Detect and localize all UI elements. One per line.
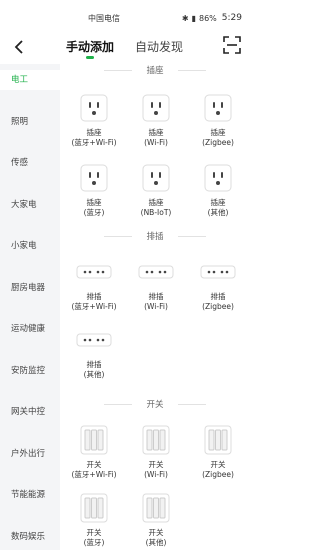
device-card[interactable]: 开关 (蓝牙+Wi-Fi) xyxy=(66,422,122,484)
device-card[interactable]: 排插 (Zigbee) xyxy=(190,254,246,316)
device-name: 插座 xyxy=(148,128,164,137)
switch-icon xyxy=(204,425,232,455)
device-grid: 插座 插座 (蓝牙+Wi-Fi) 插座 (Wi-Fi) 插座 (Zigbee) 插座(… xyxy=(60,64,250,550)
socket-icon xyxy=(80,164,108,192)
socket-icon xyxy=(204,94,232,122)
device-protocol: (Zigbee) xyxy=(202,470,234,479)
battery-label: 86% xyxy=(199,13,217,23)
device-protocol: (蓝牙) xyxy=(83,208,105,217)
device-card[interactable]: 插座 (其他) xyxy=(190,160,246,222)
back-button[interactable] xyxy=(10,37,28,57)
device-card[interactable]: 开关 (Zigbee) xyxy=(190,422,246,484)
device-protocol: (Wi-Fi) xyxy=(144,302,168,311)
section-title-switch: 开关 xyxy=(60,398,250,410)
device-protocol: (其他) xyxy=(207,208,229,217)
sidebar-item-energy[interactable]: 节能能源 xyxy=(0,485,60,505)
device-name: 开关 xyxy=(86,460,102,469)
signal-icon: ▮ xyxy=(191,13,196,23)
device-card[interactable]: 插座 (NB-IoT) xyxy=(128,160,184,222)
device-card[interactable]: 开关 (蓝牙) xyxy=(66,490,122,552)
device-protocol: (Wi-Fi) xyxy=(144,138,168,147)
sidebar-item-gateway[interactable]: 网关中控 xyxy=(0,402,60,422)
sidebar-item-digital[interactable]: 数码娱乐 xyxy=(0,527,60,547)
header: 手动添加 自动发现 xyxy=(0,30,250,64)
device-card[interactable]: 排插 (其他) xyxy=(66,322,122,384)
time-label: 5:29 xyxy=(221,13,242,23)
device-protocol: (Zigbee) xyxy=(202,138,234,147)
power-strip-icon xyxy=(76,333,112,347)
device-name: 排插 xyxy=(86,292,102,301)
device-card[interactable]: 开关 (Wi-Fi) xyxy=(128,422,184,484)
device-card[interactable]: 插座 (蓝牙) xyxy=(66,160,122,222)
sidebar-item-outdoor[interactable]: 户外出行 xyxy=(0,444,60,464)
socket-icon xyxy=(142,94,170,122)
device-protocol: (Zigbee) xyxy=(202,302,234,311)
scan-button[interactable] xyxy=(223,36,241,54)
sidebar-item-lighting[interactable]: 照明 xyxy=(0,112,60,132)
device-name: 开关 xyxy=(148,460,164,469)
device-name: 排插 xyxy=(148,292,164,301)
device-name: 插座 xyxy=(210,198,226,207)
device-name: 排插 xyxy=(86,360,102,369)
device-protocol: (蓝牙+Wi-Fi) xyxy=(71,138,117,147)
device-card[interactable]: 插座 (Wi-Fi) xyxy=(128,90,184,152)
device-name: 插座 xyxy=(86,198,102,207)
device-protocol: (蓝牙+Wi-Fi) xyxy=(71,470,117,479)
sidebar-item-sports-health[interactable]: 运动健康 xyxy=(0,319,60,339)
tab-manual-add[interactable]: 手动添加 xyxy=(66,38,114,55)
device-card[interactable]: 开关 (其他) xyxy=(128,490,184,552)
scan-icon xyxy=(223,36,241,54)
device-name: 开关 xyxy=(148,528,164,537)
active-tab-indicator xyxy=(86,56,94,59)
device-name: 开关 xyxy=(86,528,102,537)
sidebar-item-electrician[interactable]: 电工 xyxy=(0,70,60,90)
device-card[interactable]: 排插 (蓝牙+Wi-Fi) xyxy=(66,254,122,316)
switch-icon xyxy=(142,493,170,523)
category-sidebar: 电工 照明 传感 大家电 小家电 厨房电器 运动健康 安防监控 网关中控 户外出… xyxy=(0,64,60,550)
switch-icon xyxy=(142,425,170,455)
power-strip-icon xyxy=(200,265,236,279)
power-strip-icon xyxy=(138,265,174,279)
sidebar-item-kitchen[interactable]: 厨房电器 xyxy=(0,278,60,298)
device-card[interactable]: 插座 (Zigbee) xyxy=(190,90,246,152)
device-protocol: (其他) xyxy=(83,370,105,379)
sidebar-item-sensor[interactable]: 传感 xyxy=(0,153,60,173)
device-protocol: (Wi-Fi) xyxy=(144,470,168,479)
socket-icon xyxy=(80,94,108,122)
tab-auto-discover[interactable]: 自动发现 xyxy=(135,38,183,55)
switch-icon xyxy=(80,425,108,455)
device-name: 插座 xyxy=(210,128,226,137)
status-icons: ✱ ▮ 86% 5:29 xyxy=(182,13,242,23)
device-name: 插座 xyxy=(86,128,102,137)
sidebar-item-security[interactable]: 安防监控 xyxy=(0,361,60,381)
device-card[interactable]: 插座 (蓝牙+Wi-Fi) xyxy=(66,90,122,152)
device-name: 插座 xyxy=(148,198,164,207)
chevron-left-icon xyxy=(14,40,23,54)
device-protocol: (蓝牙) xyxy=(83,538,105,547)
power-strip-icon xyxy=(76,265,112,279)
socket-icon xyxy=(204,164,232,192)
status-bar: 中国电信 ✱ ▮ 86% 5:29 xyxy=(0,0,250,30)
bluetooth-icon: ✱ xyxy=(181,13,189,23)
switch-icon xyxy=(80,493,108,523)
device-protocol: (NB-IoT) xyxy=(140,208,172,217)
carrier-label: 中国电信 xyxy=(88,14,120,23)
device-protocol: (其他) xyxy=(145,538,167,547)
device-card[interactable]: 排插 (Wi-Fi) xyxy=(128,254,184,316)
device-name: 开关 xyxy=(210,460,226,469)
device-protocol: (蓝牙+Wi-Fi) xyxy=(71,302,117,311)
socket-icon xyxy=(142,164,170,192)
section-title-socket: 插座 xyxy=(60,64,250,76)
sidebar-item-small-appliance[interactable]: 小家电 xyxy=(0,236,60,256)
device-name: 排插 xyxy=(210,292,226,301)
section-title-power-strip: 排插 xyxy=(60,230,250,242)
sidebar-item-major-appliance[interactable]: 大家电 xyxy=(0,195,60,215)
